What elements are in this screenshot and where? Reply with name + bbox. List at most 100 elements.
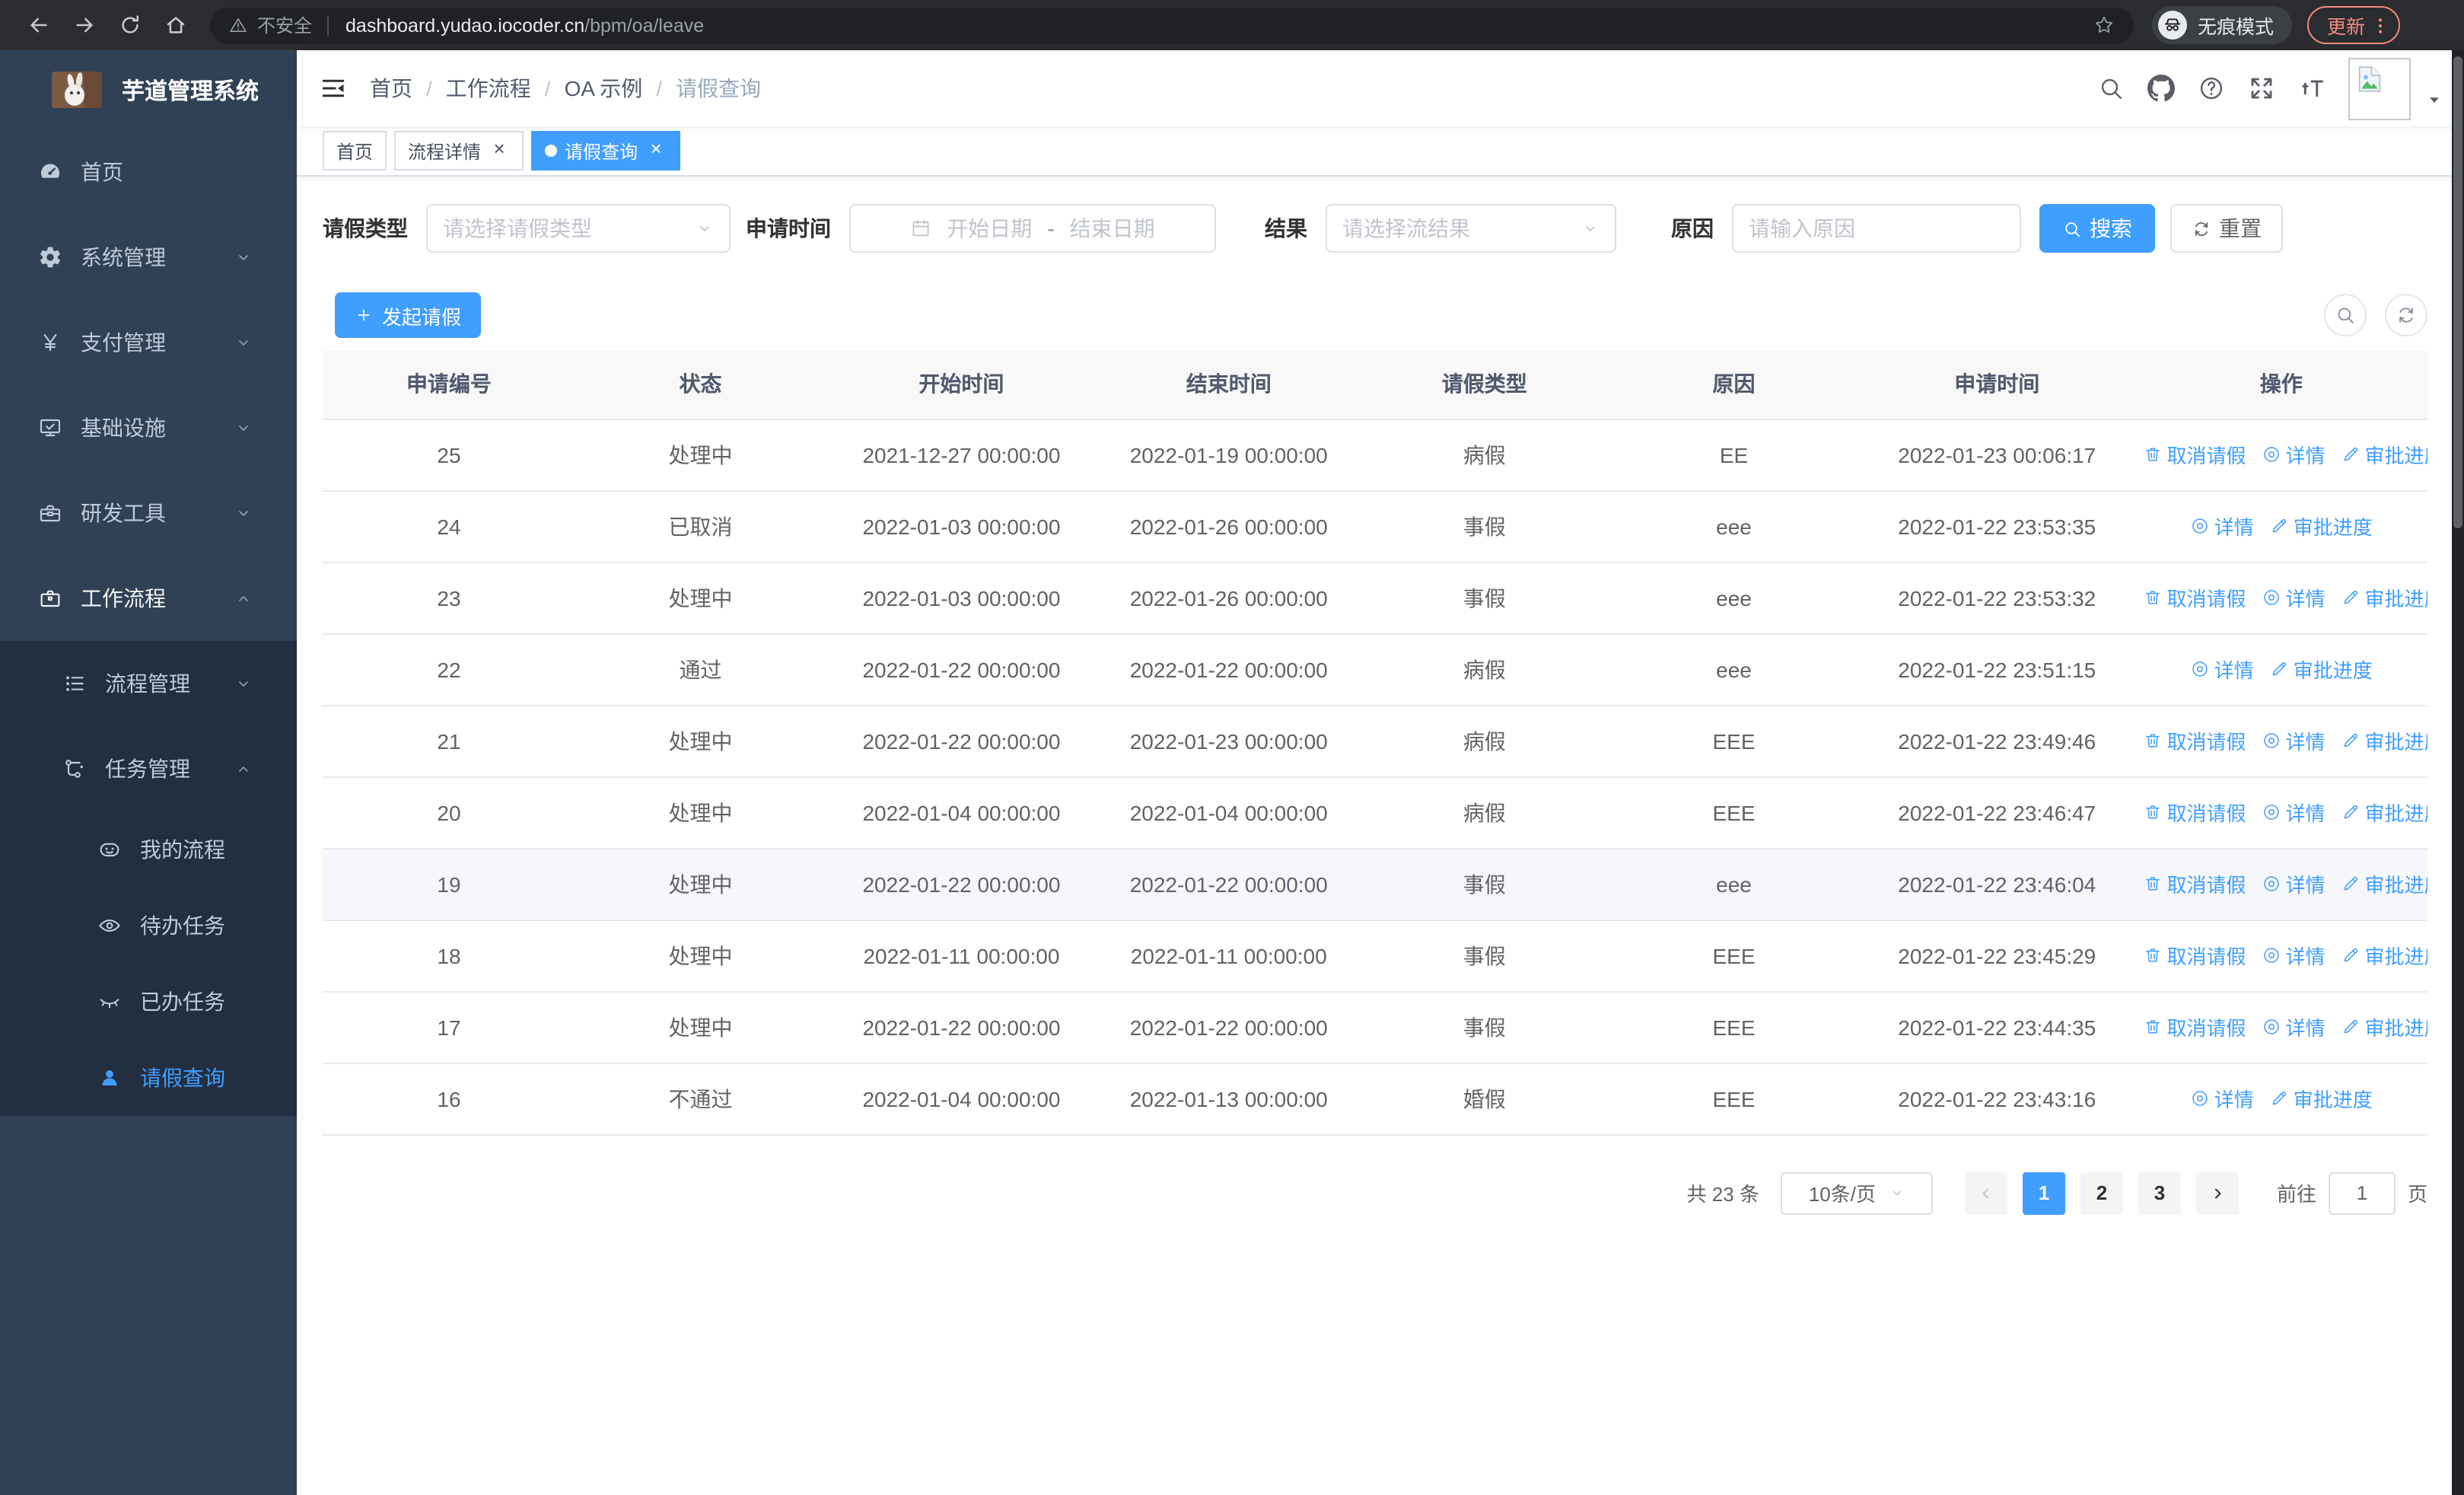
home-icon[interactable] [152, 5, 198, 45]
sidebar-item-payment[interactable]: 支付管理 [0, 300, 297, 385]
pen-icon [2341, 1017, 2361, 1037]
detail-action-link[interactable]: 详情 [2261, 869, 2326, 898]
progress-action-link[interactable]: 审批进度 [2341, 583, 2427, 612]
page-scrollbar[interactable] [2452, 50, 2464, 1495]
reason-input[interactable] [1732, 204, 2021, 253]
cell-actions: 详情 审批进度 [2135, 633, 2427, 706]
cancel-action-link[interactable]: 取消请假 [2142, 726, 2246, 755]
progress-action-link[interactable]: 审批进度 [2341, 798, 2428, 827]
detail-action-link[interactable]: 详情 [2190, 655, 2254, 684]
cell-start: 2022-01-04 00:00:00 [826, 1063, 1097, 1135]
detail-action-link[interactable]: 详情 [2261, 1012, 2326, 1041]
progress-action-link[interactable]: 审批进度 [2341, 941, 2427, 970]
back-icon[interactable] [15, 5, 61, 45]
cell-start: 2022-01-22 00:00:00 [826, 991, 1097, 1063]
progress-action-label: 审批进度 [2364, 445, 2428, 467]
sidebar-item-my-process[interactable]: 我的流程 [0, 811, 297, 888]
detail-action-link[interactable]: 详情 [2261, 798, 2326, 827]
sidebar-item-leave-query[interactable]: 请假查询 [0, 1040, 297, 1116]
sidebar-item-infra[interactable]: 基础设施 [0, 385, 297, 470]
apply-time-range-picker[interactable]: 开始日期 - 结束日期 [849, 204, 1216, 253]
cancel-action-label: 取消请假 [2166, 1017, 2246, 1040]
app-logo[interactable]: 芋道管理系统 [0, 50, 297, 129]
progress-action-link[interactable]: 审批进度 [2341, 869, 2427, 898]
forward-icon[interactable] [61, 5, 107, 45]
cancel-action-label: 取消请假 [2166, 802, 2246, 825]
progress-action-link[interactable]: 审批进度 [2341, 1012, 2427, 1041]
sidebar-item-devtools[interactable]: 研发工具 [0, 470, 297, 556]
sidebar-item-process-mgmt[interactable]: 流程管理 [0, 641, 297, 726]
cell-reason: EEE [1608, 991, 1860, 1063]
detail-action-link[interactable]: 详情 [2190, 1084, 2254, 1113]
bookmark-star-icon[interactable] [2093, 14, 2115, 37]
scrollbar-thumb[interactable] [2453, 56, 2462, 528]
cell-end: 2022-01-13 00:00:00 [1097, 1063, 1361, 1135]
leave-type-select[interactable]: 请选择请假类型 [426, 204, 731, 253]
create-leave-button[interactable]: 发起请假 [335, 292, 482, 338]
close-icon[interactable]: × [489, 139, 510, 161]
sidebar-item-task-mgmt[interactable]: 任务管理 [0, 726, 297, 811]
fullscreen-icon[interactable] [2236, 75, 2286, 102]
detail-action-label: 详情 [2285, 874, 2326, 897]
breadcrumb-item[interactable]: 首页 [370, 76, 412, 100]
progress-action-link[interactable]: 审批进度 [2341, 440, 2428, 469]
update-label: 更新 [2327, 17, 2366, 38]
address-bar[interactable]: 不安全 dashboard.yudao.iocoder.cn/bpm/oa/le… [210, 7, 2134, 43]
progress-action-link[interactable]: 审批进度 [2341, 726, 2427, 755]
font-size-icon[interactable] [2286, 75, 2336, 102]
page-button-1[interactable]: 1 [2022, 1171, 2065, 1214]
detail-action-label: 详情 [2285, 731, 2326, 754]
cancel-action-link[interactable]: 取消请假 [2142, 1012, 2246, 1041]
progress-action-label: 审批进度 [2364, 802, 2428, 825]
hide-search-button[interactable] [2324, 294, 2367, 336]
reset-button[interactable]: 重置 [2170, 204, 2283, 253]
goto-page-input[interactable] [2328, 1171, 2396, 1214]
breadcrumb-item[interactable]: 工作流程 [446, 76, 531, 100]
tab-leave-query[interactable]: 请假查询 × [531, 131, 681, 171]
page-button-3[interactable]: 3 [2138, 1171, 2181, 1214]
cancel-action-link[interactable]: 取消请假 [2142, 583, 2246, 612]
next-page-button[interactable] [2195, 1171, 2239, 1214]
progress-action-link[interactable]: 审批进度 [2269, 1084, 2373, 1113]
browser-menu-icon[interactable] [2370, 14, 2391, 36]
sidebar-item-system[interactable]: 系统管理 [0, 215, 297, 300]
sidebar-item-done-tasks[interactable]: 已办任务 [0, 964, 297, 1040]
chevron-down-icon[interactable] [2426, 91, 2443, 107]
cancel-action-link[interactable]: 取消请假 [2142, 941, 2246, 970]
table-row: 25 处理中 2021-12-27 00:00:00 2022-01-19 00:00… [323, 419, 2428, 491]
cancel-action-link[interactable]: 取消请假 [2142, 869, 2246, 898]
search-icon[interactable] [2085, 75, 2135, 102]
refresh-table-button[interactable] [2385, 294, 2427, 336]
tab-home[interactable]: 首页 [323, 131, 387, 171]
search-button[interactable]: 搜索 [2039, 204, 2155, 253]
page-size-select[interactable]: 10条/页 [1780, 1171, 1933, 1214]
sidebar-item-home[interactable]: 首页 [0, 129, 297, 215]
incognito-label: 无痕模式 [2198, 17, 2275, 38]
sidebar-item-workflow[interactable]: 工作流程 [0, 556, 297, 641]
avatar[interactable] [2348, 57, 2411, 120]
result-select[interactable]: 请选择流结果 [1326, 204, 1616, 253]
breadcrumb-item[interactable]: OA 示例 [565, 76, 643, 100]
update-button[interactable]: 更新 [2307, 6, 2401, 44]
github-icon[interactable] [2135, 75, 2185, 102]
page-button-2[interactable]: 2 [2080, 1171, 2123, 1214]
prev-page-button[interactable] [1964, 1171, 2007, 1214]
detail-action-link[interactable]: 详情 [2261, 726, 2326, 755]
help-icon[interactable] [2185, 75, 2236, 102]
cancel-action-link[interactable]: 取消请假 [2142, 440, 2246, 469]
detail-action-link[interactable]: 详情 [2261, 583, 2326, 612]
apply-time-label: 申请时间 [746, 216, 831, 241]
cancel-action-link[interactable]: 取消请假 [2142, 798, 2246, 827]
cell-type: 病假 [1360, 776, 1609, 849]
close-icon[interactable]: × [645, 139, 667, 161]
sidebar-item-todo-tasks[interactable]: 待办任务 [0, 888, 297, 964]
progress-action-link[interactable]: 审批进度 [2269, 512, 2373, 540]
not-secure-warning-icon[interactable] [228, 15, 248, 35]
detail-action-link[interactable]: 详情 [2261, 941, 2326, 970]
tab-process-detail[interactable]: 流程详情 × [394, 131, 524, 171]
progress-action-link[interactable]: 审批进度 [2269, 655, 2373, 684]
detail-action-link[interactable]: 详情 [2190, 512, 2254, 540]
sidebar-collapse-icon[interactable] [297, 75, 370, 102]
reload-icon[interactable] [107, 5, 152, 45]
detail-action-link[interactable]: 详情 [2261, 440, 2326, 469]
